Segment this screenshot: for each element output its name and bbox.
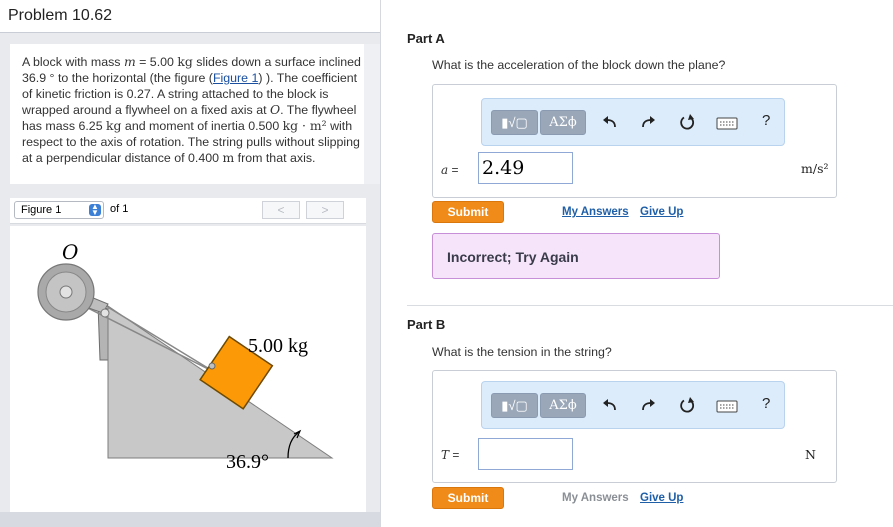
reset-icon[interactable] [678, 113, 696, 133]
part-a-my-answers-link[interactable]: My Answers [562, 206, 629, 218]
part-a-title: Part A [407, 31, 445, 46]
figure-link[interactable]: Figure 1 [213, 71, 258, 85]
statement-scrollbar[interactable] [364, 44, 380, 184]
part-b-give-up-link[interactable]: Give Up [640, 492, 683, 504]
reset-icon[interactable] [678, 396, 696, 416]
math-toolbar: ▮√▢ ΑΣϕ ? [481, 98, 785, 146]
statement-text: and moment of inertia 0.500 [121, 119, 283, 133]
part-b-title: Part B [407, 317, 446, 332]
unit-kg: kg [106, 118, 122, 133]
figure-navigation-bar: Figure 1 ▲ ▼ of 1 < > [10, 198, 366, 224]
part-a-give-up-link[interactable]: Give Up [640, 206, 683, 218]
undo-icon[interactable] [600, 396, 618, 416]
problem-title: Problem 10.62 [8, 7, 113, 24]
bracket-pin [100, 308, 110, 318]
statement-text: A block with mass [22, 55, 121, 69]
figure-area: O 5.00 kg 36.9° [10, 226, 366, 514]
string-hook [208, 362, 216, 370]
part-a-feedback: Incorrect; Try Again [432, 233, 720, 279]
flywheel-axle [59, 285, 73, 299]
axis-label: O [62, 240, 78, 264]
problem-statement-box: A block with mass m = 5.00 kg slides dow… [10, 44, 366, 184]
part-b-submit-button[interactable]: Submit [432, 487, 504, 509]
part-b-question: What is the tension in the string? [432, 345, 612, 359]
unit-kg: kg [177, 54, 193, 69]
math-toolbar: ▮√▢ ΑΣϕ ? [481, 381, 785, 429]
part-divider [407, 305, 893, 306]
equals-sign: = [449, 448, 460, 462]
part-b-answer-box: ▮√▢ ΑΣϕ ? T = N [432, 370, 837, 483]
figure-select[interactable]: Figure 1 ▲ ▼ [14, 201, 104, 219]
part-a-answer-input[interactable]: 2.49 [478, 152, 573, 184]
part-b-answer-input[interactable] [478, 438, 573, 470]
answer-panel: Part A What is the acceleration of the b… [380, 0, 893, 527]
part-b-my-answers-link[interactable]: My Answers [562, 492, 629, 504]
unit-inertia: kg · m² [282, 118, 327, 133]
angle-label: 36.9° [226, 451, 269, 473]
mass-variable: m [123, 54, 136, 69]
figure-select-value: Figure 1 [21, 204, 62, 216]
templates-button[interactable]: ▮√▢ [491, 110, 538, 135]
part-a-unit: m/s² [801, 161, 829, 176]
part-a-question: What is the acceleration of the block do… [432, 58, 726, 72]
help-icon[interactable]: ? [762, 112, 770, 129]
incline-flywheel-figure: O 5.00 kg 36.9° [37, 240, 334, 473]
part-b-variable: T = [441, 448, 459, 462]
problem-panel: Problem 10.62 A block with mass m = 5.00… [0, 0, 380, 527]
equals-sign: = [448, 163, 459, 177]
mass-label: 5.00 kg [248, 335, 308, 357]
statement-text: = 5.00 [135, 55, 178, 69]
variable-symbol: T [441, 448, 450, 462]
part-b-unit: N [805, 447, 816, 462]
problem-header: Problem 10.62 [0, 0, 380, 32]
next-figure-button[interactable]: > [306, 201, 344, 219]
statement-text: from that axis. [234, 151, 316, 165]
problem-statement: A block with mass m = 5.00 kg slides dow… [22, 54, 362, 166]
panel-footer [0, 512, 380, 527]
keyboard-icon[interactable] [716, 113, 738, 133]
redo-icon[interactable] [640, 396, 658, 416]
prev-figure-button[interactable]: < [262, 201, 300, 219]
redo-icon[interactable] [640, 113, 658, 133]
keyboard-icon[interactable] [716, 396, 738, 416]
part-a-variable: a = [441, 163, 459, 177]
greek-symbols-button[interactable]: ΑΣϕ [540, 393, 586, 418]
select-arrows-icon: ▲ ▼ [89, 203, 101, 217]
unit-m: m [222, 150, 235, 165]
axis-variable: O [269, 102, 281, 117]
part-a-answer-box: ▮√▢ ΑΣϕ ? a = 2.49 m/s² [432, 84, 837, 198]
templates-button[interactable]: ▮√▢ [491, 393, 538, 418]
help-icon[interactable]: ? [762, 395, 770, 412]
figure-count: of 1 [110, 203, 129, 215]
feedback-text: Incorrect; Try Again [447, 249, 579, 265]
greek-symbols-button[interactable]: ΑΣϕ [540, 110, 586, 135]
header-divider [0, 32, 380, 33]
part-a-submit-button[interactable]: Submit [432, 201, 504, 223]
undo-icon[interactable] [600, 113, 618, 133]
